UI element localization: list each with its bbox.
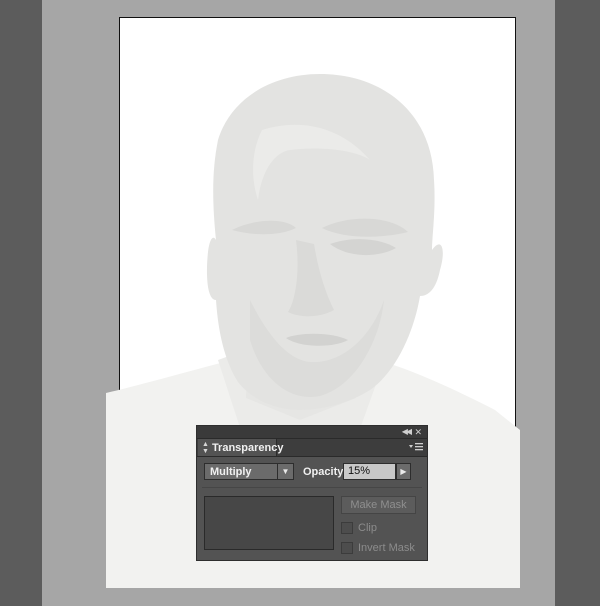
clip-option: Clip [341, 521, 377, 535]
tab-transparency[interactable]: ▲ ▼ Transparency [198, 439, 283, 456]
blend-mode-dropdown[interactable]: Multiply ▼ [204, 463, 294, 480]
close-icon[interactable]: ✕ [414, 426, 422, 438]
make-mask-button[interactable]: Make Mask [341, 496, 416, 514]
opacity-input[interactable]: 15% [343, 463, 396, 480]
opacity-slider-toggle[interactable]: ▶ [396, 463, 411, 480]
invert-mask-checkbox[interactable] [341, 542, 353, 554]
transparency-panel: ◀◀ ✕ ▲ ▼ Transparency Multiply ▼ Opacity:… [196, 425, 428, 561]
opacity-label: Opacity: [303, 466, 348, 478]
tab-expand-icon[interactable]: ▲ ▼ [202, 441, 209, 455]
mask-thumbnail[interactable] [204, 496, 334, 550]
collapse-icon[interactable]: ◀◀ [402, 426, 412, 438]
clip-label: Clip [358, 522, 377, 534]
chevron-down-icon[interactable]: ▼ [277, 464, 293, 479]
invert-mask-label: Invert Mask [358, 542, 415, 554]
blend-mode-value: Multiply [210, 465, 252, 478]
panel-divider [202, 487, 422, 488]
panel-title-bar[interactable]: ◀◀ ✕ [197, 426, 427, 439]
panel-tab-strip: ▲ ▼ Transparency [197, 439, 427, 457]
panel-menu-icon[interactable] [409, 442, 423, 452]
clip-checkbox[interactable] [341, 522, 353, 534]
panel-title: Transparency [211, 441, 284, 454]
invert-mask-option: Invert Mask [341, 541, 415, 555]
head-shape [206, 74, 443, 410]
chevron-right-icon: ▶ [400, 467, 407, 476]
